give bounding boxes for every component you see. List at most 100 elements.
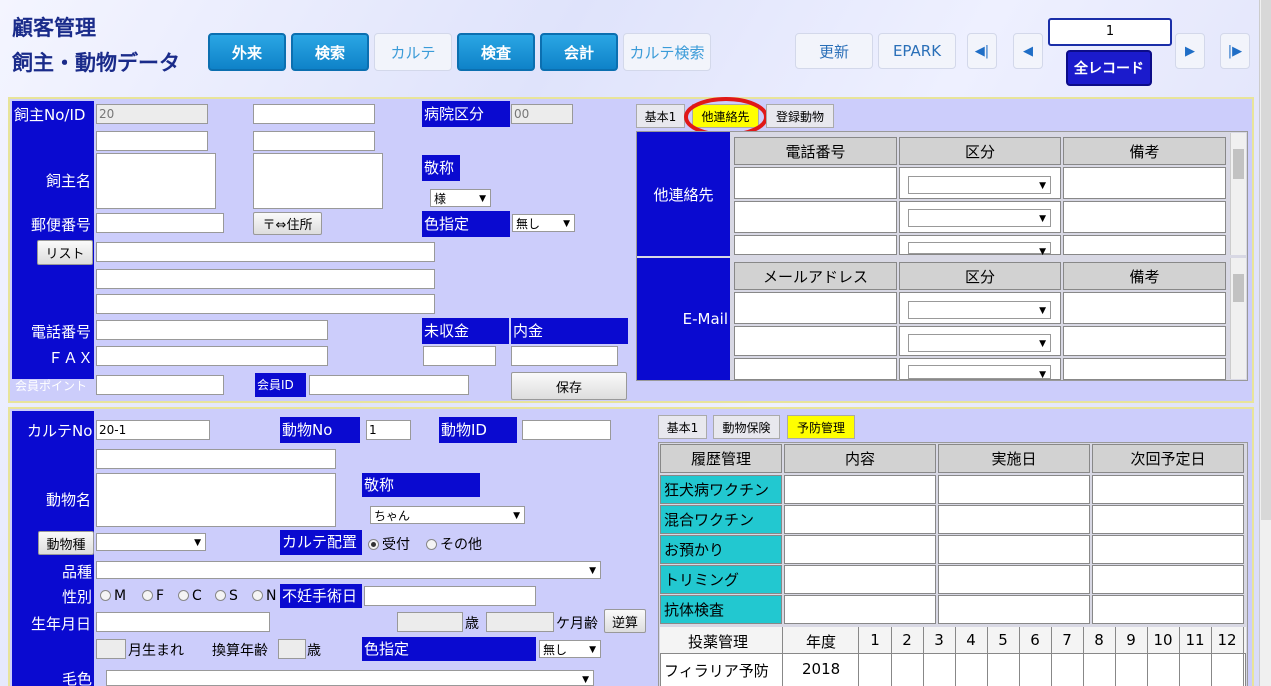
sex-radio-m[interactable]: M xyxy=(100,588,126,604)
contact-note-cell[interactable] xyxy=(1063,167,1226,199)
next-record-icon[interactable]: ▶ xyxy=(1175,33,1205,69)
list-button[interactable]: リスト xyxy=(37,240,93,265)
contact-note-cell[interactable] xyxy=(1063,235,1226,255)
prevention-cell[interactable] xyxy=(784,595,936,624)
sex-radio-f[interactable]: F xyxy=(142,588,164,604)
save-button[interactable]: 保存 xyxy=(511,372,627,400)
record-number-input[interactable]: 1 xyxy=(1048,18,1172,46)
address1-input[interactable] xyxy=(96,242,435,262)
sex-radio-s[interactable]: S xyxy=(215,588,238,604)
owner-no-input[interactable]: 20 xyxy=(96,104,208,124)
email-note-cell[interactable] xyxy=(1063,358,1226,380)
email-div-select[interactable] xyxy=(908,334,1051,353)
tab-animal-insurance[interactable]: 動物保険 xyxy=(713,415,780,439)
prevention-cell[interactable] xyxy=(938,505,1090,534)
contact-div-select[interactable] xyxy=(908,176,1051,195)
birth-month-input[interactable] xyxy=(96,639,126,659)
deposit-input[interactable] xyxy=(511,346,618,366)
reverse-calc-button[interactable]: 逆算 xyxy=(604,609,646,633)
contact-phone-cell[interactable] xyxy=(734,201,897,233)
animal-color-select[interactable]: 無し xyxy=(539,640,601,659)
email-cell[interactable] xyxy=(734,292,897,324)
sterile-date-input[interactable] xyxy=(364,586,536,606)
owner-color-select[interactable]: 無し xyxy=(512,214,575,233)
refresh-button[interactable]: 更新 xyxy=(795,33,873,69)
animal-kana-input[interactable] xyxy=(96,449,336,469)
contact-note-cell[interactable] xyxy=(1063,201,1226,233)
prevention-cell[interactable] xyxy=(938,565,1090,594)
tab-animal-basic1[interactable]: 基本1 xyxy=(658,415,707,439)
points-input[interactable] xyxy=(96,375,224,395)
prevention-cell[interactable] xyxy=(1092,595,1244,624)
hospital-div-input[interactable]: 00 xyxy=(511,104,573,124)
owner-name2-input[interactable] xyxy=(253,153,383,209)
tab-prevention[interactable]: 予防管理 xyxy=(787,415,855,439)
contact-phone-cell[interactable] xyxy=(734,167,897,199)
karte-place-receipt-radio[interactable]: 受付 xyxy=(368,534,410,554)
owner-honorific-select[interactable]: 様 xyxy=(430,189,491,208)
owner-name-input[interactable] xyxy=(96,153,216,209)
animal-honorific-select[interactable]: ちゃん xyxy=(370,506,525,525)
prevention-cell[interactable] xyxy=(784,475,936,504)
animal-name-input[interactable] xyxy=(96,473,336,527)
email-note-cell[interactable] xyxy=(1063,292,1226,324)
prevention-cell[interactable] xyxy=(784,565,936,594)
prevention-cell[interactable] xyxy=(1092,565,1244,594)
first-record-icon[interactable]: ◀| xyxy=(967,33,997,69)
email-cell[interactable] xyxy=(734,358,897,380)
coat-select[interactable] xyxy=(106,670,594,686)
phone-input[interactable] xyxy=(96,320,328,340)
karte-place-other-radio[interactable]: その他 xyxy=(426,534,482,554)
unpaid-input[interactable] xyxy=(423,346,496,366)
email-cell[interactable] xyxy=(734,326,897,356)
owner-kana-input[interactable] xyxy=(96,131,208,151)
age-months-input[interactable] xyxy=(486,612,554,632)
member-id-input[interactable] xyxy=(309,375,469,395)
nav-search-button[interactable]: 検索 xyxy=(291,33,369,71)
nav-karte-button[interactable]: カルテ xyxy=(374,33,452,71)
epark-button[interactable]: EPARK xyxy=(878,33,956,69)
prevention-cell[interactable] xyxy=(784,505,936,534)
postal-address-button[interactable]: 〒⇔住所 xyxy=(253,212,322,235)
prevention-cell[interactable] xyxy=(938,475,1090,504)
all-records-button[interactable]: 全レコード xyxy=(1066,50,1152,86)
species-select[interactable] xyxy=(96,533,206,552)
page-scrollbar[interactable] xyxy=(1259,0,1271,686)
prevention-cell[interactable] xyxy=(938,535,1090,564)
sex-radio-c[interactable]: C xyxy=(178,588,202,604)
species-button[interactable]: 動物種 xyxy=(38,531,94,555)
tab-basic1[interactable]: 基本1 xyxy=(636,104,685,128)
email-note-cell[interactable] xyxy=(1063,326,1226,356)
karte-no-input[interactable]: 20-1 xyxy=(96,420,210,440)
contact-div-select[interactable] xyxy=(908,209,1051,228)
email-div-select[interactable] xyxy=(908,301,1051,320)
prevention-cell[interactable] xyxy=(784,535,936,564)
birth-date-input[interactable] xyxy=(96,612,270,632)
owner-kana2-input[interactable] xyxy=(253,131,375,151)
animal-id-input[interactable] xyxy=(522,420,611,440)
last-record-icon[interactable]: |▶ xyxy=(1220,33,1250,69)
breed-select[interactable] xyxy=(96,561,601,580)
prevention-cell[interactable] xyxy=(1092,505,1244,534)
contact-phone-cell[interactable] xyxy=(734,235,897,255)
prevention-cell[interactable] xyxy=(1092,475,1244,504)
postal-input[interactable] xyxy=(96,213,224,233)
email-div-select[interactable] xyxy=(908,365,1051,384)
nav-karte-search-button[interactable]: カルテ検索 xyxy=(623,33,711,71)
tab-registered-animals[interactable]: 登録動物 xyxy=(766,104,834,128)
nav-billing-button[interactable]: 会計 xyxy=(540,33,618,71)
nav-exam-button[interactable]: 検査 xyxy=(457,33,535,71)
prev-record-icon[interactable]: ◀ xyxy=(1013,33,1043,69)
nav-outpatient-button[interactable]: 外来 xyxy=(208,33,286,71)
contact-div-select[interactable] xyxy=(908,242,1051,261)
conv-age-input[interactable] xyxy=(278,639,306,659)
owner-id-input[interactable] xyxy=(253,104,375,124)
address2-input[interactable] xyxy=(96,269,435,289)
email-scrollbar[interactable] xyxy=(1230,258,1246,379)
prevention-cell[interactable] xyxy=(938,595,1090,624)
contact-scrollbar[interactable] xyxy=(1230,133,1246,255)
fax-input[interactable] xyxy=(96,346,328,366)
sex-radio-n[interactable]: N xyxy=(252,588,276,604)
age-years-input[interactable] xyxy=(397,612,463,632)
animal-no-input[interactable]: 1 xyxy=(366,420,411,440)
